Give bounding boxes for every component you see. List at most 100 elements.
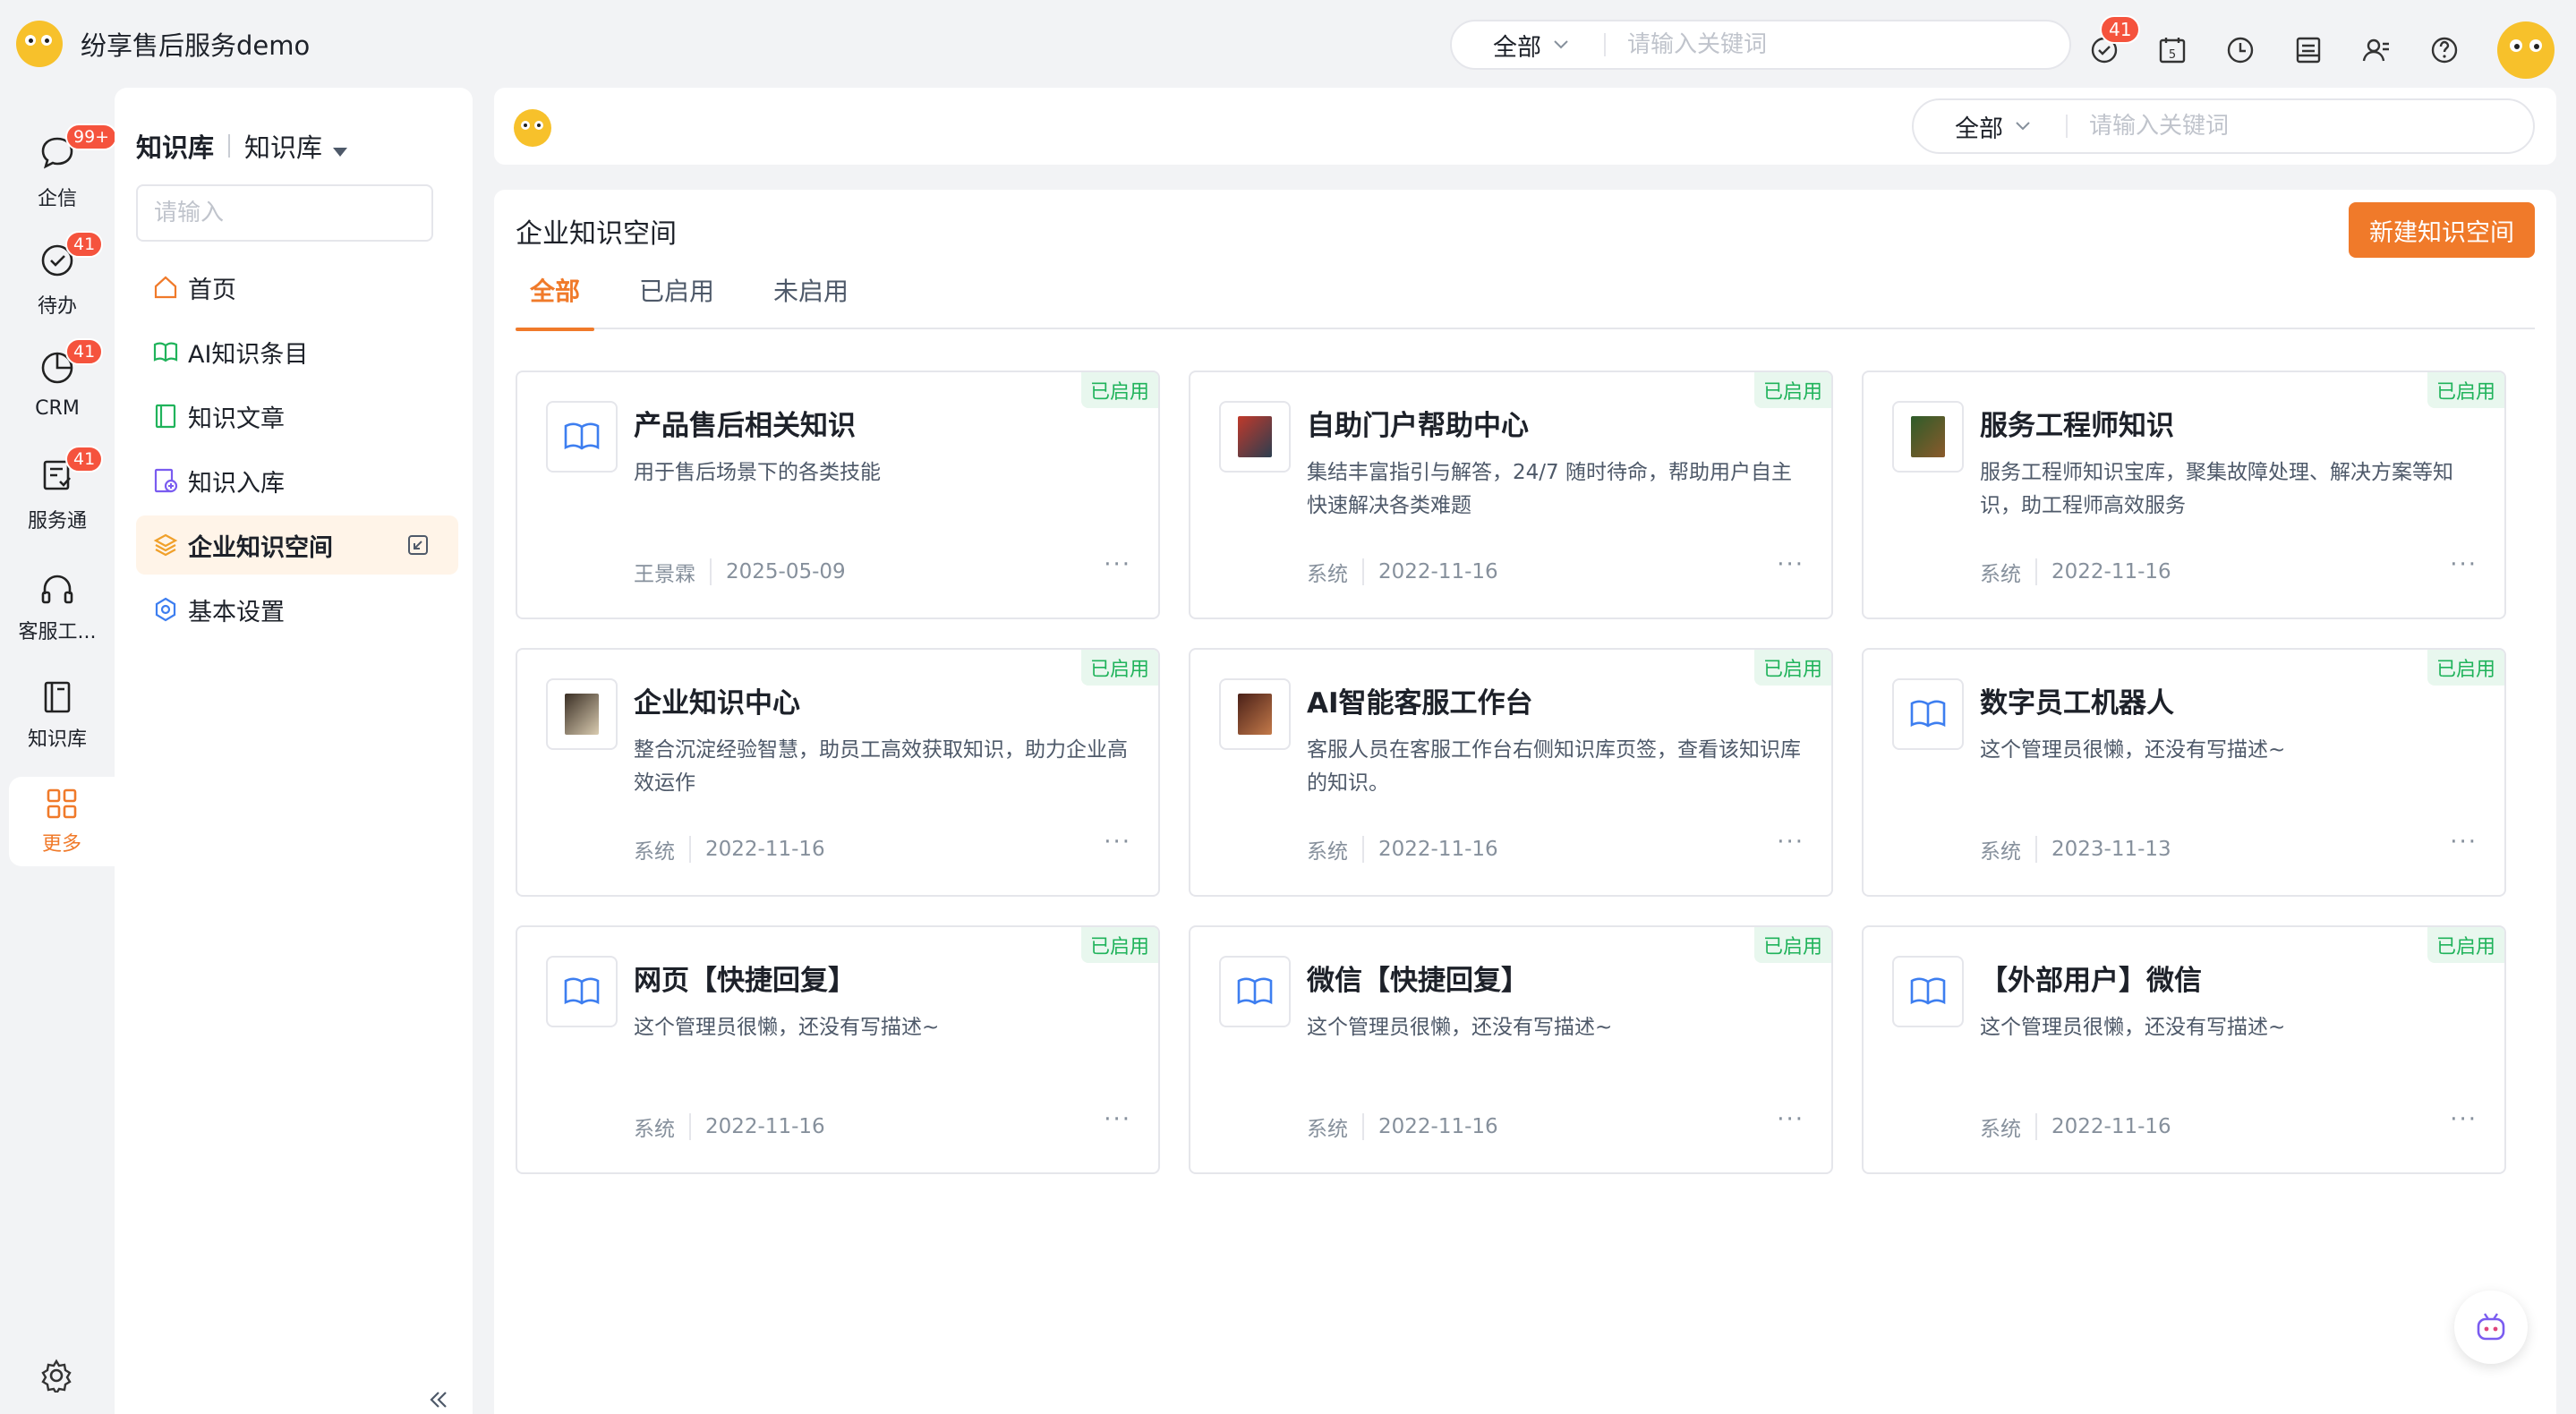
more-actions-icon[interactable]: ··· — [1104, 1106, 1131, 1133]
card-cover — [1219, 956, 1291, 1027]
help-icon[interactable] — [2429, 35, 2460, 65]
collapse-sidebar-icon[interactable] — [426, 1387, 451, 1412]
page-title: 企业知识空间 — [516, 218, 677, 250]
tab-disabled[interactable]: 未启用 — [759, 272, 863, 329]
knowledge-space-card[interactable]: 已启用 企业知识中心 整合沉淀经验智慧，助员工高效获取知识，助力企业高效运作 系统 20… — [516, 648, 1160, 897]
card-description: 服务工程师知识宝库，聚集故障处理、解决方案等知识，助工程师高效服务 — [1980, 461, 2453, 517]
card-description: 这个管理员很懒，还没有写描述~ — [1307, 1016, 1613, 1039]
rail-item-customer-service[interactable]: 客服工... — [0, 571, 115, 644]
card-title: 网页【快捷回复】 — [634, 965, 856, 997]
contacts-icon[interactable] — [2361, 35, 2392, 65]
card-meta: 系统 2022-11-16 — [1307, 834, 1498, 865]
sidenav-search-input[interactable] — [136, 184, 433, 242]
open-external-icon[interactable] — [406, 533, 430, 557]
status-badge: 已启用 — [1080, 372, 1158, 408]
more-actions-icon[interactable]: ··· — [2450, 1106, 2478, 1133]
card-cover — [1892, 401, 1964, 473]
content-search-input[interactable] — [2089, 113, 2501, 140]
card-title: 数字员工机器人 — [1980, 687, 2174, 720]
more-actions-icon[interactable]: ··· — [2450, 551, 2478, 578]
card-title: 产品售后相关知识 — [634, 410, 856, 442]
nav-item-settings[interactable]: 基本设置 — [136, 580, 458, 639]
search-scope-select[interactable]: 全部 — [1452, 28, 1604, 63]
gear-icon[interactable] — [39, 1359, 73, 1393]
divider — [689, 836, 691, 863]
more-actions-icon[interactable]: ··· — [1777, 1106, 1804, 1133]
content-search-scope[interactable]: 全部 — [1914, 109, 2066, 144]
more-actions-icon[interactable]: ··· — [1777, 829, 1804, 856]
chevron-down-icon — [2016, 122, 2030, 131]
knowledge-space-card[interactable]: 已启用 网页【快捷回复】 这个管理员很懒，还没有写描述~ 系统 2022-11-16 ··… — [516, 925, 1160, 1174]
calendar-icon[interactable]: 5 — [2157, 35, 2188, 65]
card-meta: 系统 2022-11-16 — [1307, 557, 1498, 587]
clock-icon[interactable] — [2225, 35, 2256, 65]
card-author: 系统 — [1307, 1118, 1348, 1141]
more-actions-icon[interactable]: ··· — [1104, 829, 1131, 856]
divider — [228, 134, 231, 158]
knowledge-space-card[interactable]: 已启用 微信【快捷回复】 这个管理员很懒，还没有写描述~ 系统 2022-11-16 ··… — [1189, 925, 1833, 1174]
knowledge-space-card[interactable]: 已启用 【外部用户】微信 这个管理员很懒，还没有写描述~ 系统 2022-11-16 ··… — [1862, 925, 2506, 1174]
card-description: 这个管理员很懒，还没有写描述~ — [1980, 738, 2286, 762]
rail-item-todo[interactable]: 41 待办 — [0, 231, 115, 319]
rail-item-service[interactable]: 41 服务通 — [0, 446, 115, 533]
more-actions-icon[interactable]: ··· — [2450, 829, 2478, 856]
task-check-icon[interactable]: 41 — [2089, 15, 2141, 65]
tab-enabled[interactable]: 已启用 — [625, 272, 729, 329]
knowledge-space-card[interactable]: 已启用 数字员工机器人 这个管理员很懒，还没有写描述~ 系统 2023-11-13 ··· — [1862, 648, 2506, 897]
card-description: 这个管理员很懒，还没有写描述~ — [634, 1016, 940, 1039]
global-search-input[interactable] — [1627, 31, 2039, 58]
user-avatar[interactable] — [2497, 21, 2555, 79]
nav-item-label: AI知识条目 — [188, 340, 309, 369]
status-badge: 已启用 — [1080, 650, 1158, 686]
card-date: 2022-11-16 — [2051, 1115, 2171, 1138]
nav-item-import[interactable]: 知识入库 — [136, 451, 458, 510]
ai-assistant-button[interactable] — [2454, 1290, 2528, 1364]
status-badge: 已启用 — [1080, 927, 1158, 963]
card-author: 王景霖 — [634, 563, 695, 586]
rail-item-crm[interactable]: 41 CRM — [0, 338, 115, 420]
card-meta: 系统 2022-11-16 — [1980, 1112, 2171, 1142]
knowledge-space-card[interactable]: 已启用 产品售后相关知识 用于售后场景下的各类技能 王景霖 2025-05-09 ··· — [516, 371, 1160, 619]
tab-all[interactable]: 全部 — [516, 272, 595, 331]
card-author: 系统 — [1307, 563, 1348, 586]
card-date: 2022-11-16 — [1378, 1115, 1498, 1138]
status-badge: 已启用 — [1753, 372, 1831, 408]
article-icon — [155, 404, 176, 429]
nav-item-label: 基本设置 — [188, 598, 285, 626]
card-description: 集结丰富指引与解答，24/7 随时待命，帮助用户自主快速解决各类难题 — [1307, 461, 1792, 517]
brand[interactable]: 纷享售后服务demo — [16, 21, 310, 67]
rail-label: 更多 — [41, 833, 81, 856]
card-title: 【外部用户】微信 — [1980, 965, 2202, 997]
rail-label: CRM — [35, 397, 80, 420]
nav-item-home[interactable]: 首页 — [136, 258, 458, 317]
card-meta: 王景霖 2025-05-09 — [634, 557, 846, 587]
more-actions-icon[interactable]: ··· — [1777, 551, 1804, 578]
inbox-icon[interactable] — [2293, 35, 2324, 65]
new-knowledge-space-button[interactable]: 新建知识空间 — [2349, 202, 2535, 258]
card-meta: 系统 2023-11-13 — [1980, 834, 2171, 865]
nav-item-enterprise-space[interactable]: 企业知识空间 — [136, 515, 458, 575]
card-date: 2022-11-16 — [2051, 560, 2171, 583]
rail-item-chat[interactable]: 99+ 企信 — [0, 124, 118, 211]
divider — [1362, 1113, 1364, 1140]
card-author: 系统 — [1980, 563, 2021, 586]
knowledge-space-card[interactable]: 已启用 服务工程师知识 服务工程师知识宝库，聚集故障处理、解决方案等知识，助工程师高… — [1862, 371, 2506, 619]
divider — [2066, 115, 2068, 138]
chevron-down-icon — [1554, 40, 1568, 49]
knowledge-space-card[interactable]: 已启用 自助门户帮助中心 集结丰富指引与解答，24/7 随时待命，帮助用户自主快速解… — [1189, 371, 1833, 619]
more-actions-icon[interactable]: ··· — [1104, 551, 1131, 578]
nav-item-ai-entries[interactable]: AI知识条目 — [136, 322, 458, 381]
home-icon — [154, 276, 177, 299]
card-date: 2022-11-16 — [705, 838, 825, 861]
knowledge-sidenav: 知识库 知识库 首页 AI知识条目 知识文章 知识入库 企业知识空间 基本设置 — [115, 88, 473, 1414]
rail-item-more[interactable]: 更多 — [9, 777, 115, 866]
nav-item-label: 首页 — [188, 276, 236, 304]
divider — [2035, 1113, 2037, 1140]
global-search: 全部 — [1450, 20, 2071, 70]
nav-item-articles[interactable]: 知识文章 — [136, 387, 458, 446]
app-logo — [16, 21, 63, 67]
knowledge-space-card[interactable]: 已启用 AI智能客服工作台 客服人员在客服工作台右侧知识库页签，查看该知识库的知识。… — [1189, 648, 1833, 897]
knowledge-base-switcher[interactable]: 知识库 — [244, 127, 348, 165]
rail-item-knowledge[interactable]: 知识库 — [0, 678, 115, 752]
app-rail: 99+ 企信 41 待办 41 CRM 41 服务通 客服工... 知识库 更多 — [0, 88, 118, 1414]
